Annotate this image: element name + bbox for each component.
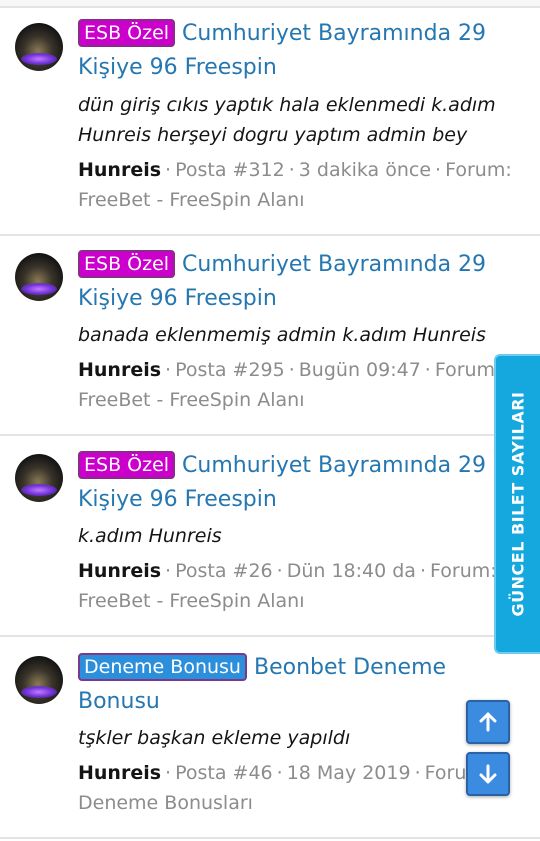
prefix-badge[interactable]: ESB Özel: [78, 19, 176, 47]
result-snippet: dün giriş cıkıs yaptık hala eklenmedi k.…: [78, 90, 508, 150]
result-title-line2[interactable]: Bonusu: [78, 689, 160, 714]
forum-label: Forum:: [434, 359, 502, 381]
result-meta: Hunreis · Posta #295 · Bugün 09:47 · Forum: Fr…: [78, 359, 502, 411]
forum-label: Forum:: [445, 159, 512, 181]
result-title-link[interactable]: ESB Özel Cumhuriyet Bayramında 29 Kişiye…: [78, 248, 498, 316]
post-number: Posta #295: [175, 359, 285, 381]
snippet-line: banada eklenmemiş admin k.adım Hunreis: [78, 324, 486, 346]
post-time: 3 dakika önce: [298, 159, 432, 181]
author-link[interactable]: Hunreis: [78, 159, 161, 181]
result-title-line2[interactable]: Kişiye 96 Freespin: [78, 487, 277, 512]
result-meta: Hunreis · Posta #312 · 3 dakika önce · Forum: …: [78, 159, 512, 211]
prefix-badge[interactable]: Deneme Bonusu: [78, 653, 247, 681]
avatar[interactable]: [15, 23, 63, 71]
arrow-up-icon: [479, 712, 497, 732]
result-title-line1[interactable]: Beonbet Deneme: [254, 655, 446, 680]
avatar[interactable]: [15, 253, 63, 301]
forum-link[interactable]: Deneme Bonusları: [78, 792, 253, 814]
snippet-line: Hunreis herşeyi dogru yaptım admin bey: [78, 124, 468, 146]
search-result: Deneme Bonusu Beonbet Deneme Bonusu tşkl…: [0, 637, 540, 839]
result-title-line2[interactable]: Kişiye 96 Freespin: [78, 286, 277, 311]
author-link[interactable]: Hunreis: [78, 762, 161, 784]
prefix-badge[interactable]: ESB Özel: [78, 451, 176, 479]
forum-label: Forum:: [430, 560, 497, 582]
prefix-badge[interactable]: ESB Özel: [78, 250, 176, 278]
avatar[interactable]: [15, 656, 63, 704]
search-result: ESB Özel Cumhuriyet Bayramında 29 Kişiye…: [0, 6, 540, 236]
post-time: Bugün 09:47: [298, 359, 421, 381]
result-snippet: tşkler başkan ekleme yapıldı: [78, 723, 508, 753]
result-title-link[interactable]: ESB Özel Cumhuriyet Bayramında 29 Kişiye…: [78, 449, 498, 517]
search-result: ESB Özel Cumhuriyet Bayramında 29 Kişiye…: [0, 436, 540, 637]
result-meta: Hunreis · Posta #46 · 18 May 2019 · Forum: Den…: [78, 762, 492, 814]
result-meta: Hunreis · Posta #26 · Dün 18:40 da · Forum: Fr…: [78, 560, 497, 612]
forum-link[interactable]: FreeBet - FreeSpin Alanı: [78, 189, 304, 211]
result-title-line2[interactable]: Kişiye 96 Freespin: [78, 55, 277, 80]
result-title-link[interactable]: Deneme Bonusu Beonbet Deneme Bonusu: [78, 651, 498, 719]
result-snippet: k.adım Hunreis: [78, 521, 508, 551]
snippet-line: tşkler başkan ekleme yapıldı: [78, 727, 351, 749]
side-tab-label: GÜNCEL BILET SAYILARI: [508, 391, 528, 617]
post-number: Posta #312: [175, 159, 285, 181]
forum-link[interactable]: FreeBet - FreeSpin Alanı: [78, 590, 304, 612]
post-number: Posta #26: [175, 560, 273, 582]
snippet-line: k.adım Hunreis: [78, 525, 222, 547]
result-title-line1[interactable]: Cumhuriyet Bayramında 29: [182, 453, 486, 478]
result-title-link[interactable]: ESB Özel Cumhuriyet Bayramında 29 Kişiye…: [78, 17, 498, 85]
scroll-to-bottom-button[interactable]: [466, 752, 510, 796]
forum-link[interactable]: FreeBet - FreeSpin Alanı: [78, 389, 304, 411]
ticket-count-side-tab[interactable]: GÜNCEL BILET SAYILARI: [494, 354, 540, 654]
author-link[interactable]: Hunreis: [78, 359, 161, 381]
arrow-down-icon: [479, 764, 497, 784]
result-title-line1[interactable]: Cumhuriyet Bayramında 29: [182, 252, 486, 277]
search-result: ESB Özel Cumhuriyet Bayramında 29 Kişiye…: [0, 236, 540, 436]
result-title-line1[interactable]: Cumhuriyet Bayramında 29: [182, 21, 486, 46]
author-link[interactable]: Hunreis: [78, 560, 161, 582]
avatar[interactable]: [15, 454, 63, 502]
scroll-to-top-button[interactable]: [466, 700, 510, 744]
snippet-line: dün giriş cıkıs yaptık hala eklenmedi k.…: [78, 94, 496, 116]
post-time: 18 May 2019: [286, 762, 411, 784]
result-snippet: banada eklenmemiş admin k.adım Hunreis: [78, 320, 508, 350]
post-number: Posta #46: [175, 762, 273, 784]
post-time: Dün 18:40 da: [286, 560, 416, 582]
